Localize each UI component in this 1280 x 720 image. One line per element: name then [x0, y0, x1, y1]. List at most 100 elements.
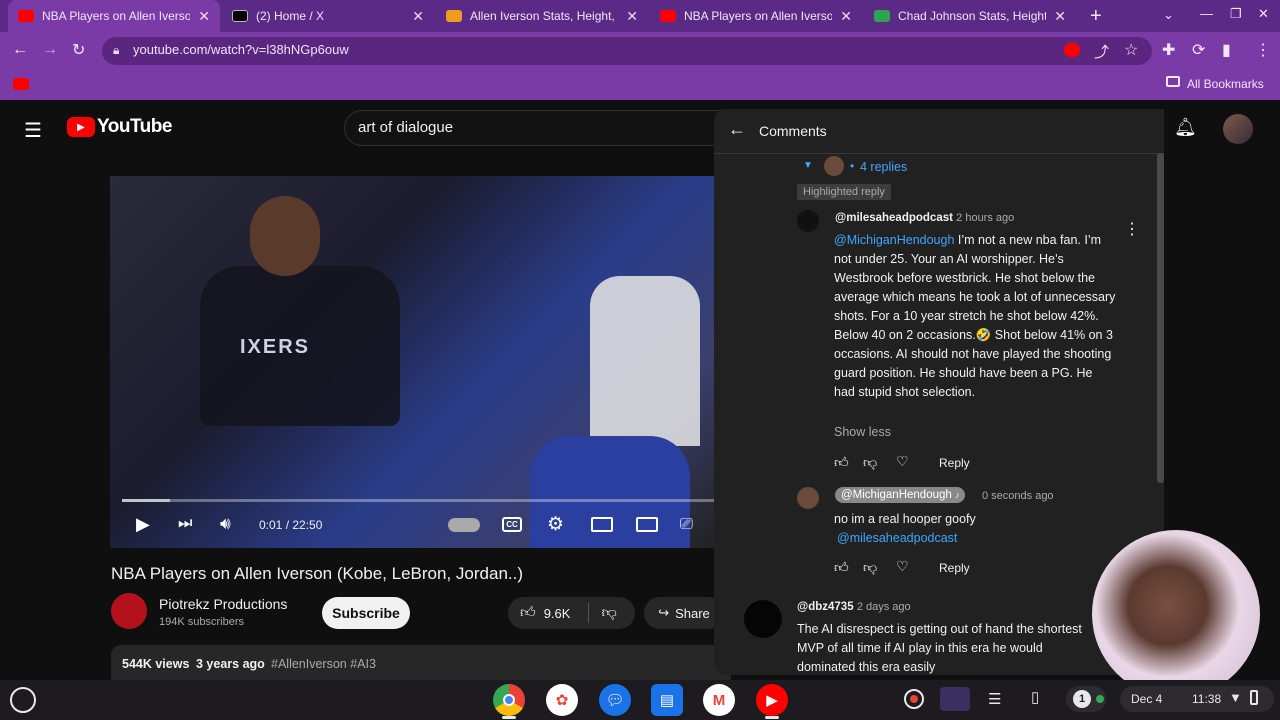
comment-author[interactable]: @milesaheadpodcast [835, 212, 953, 224]
tab-1[interactable]: NBA Players on Allen Iverson ✕ [8, 0, 220, 32]
share-icon[interactable]: ⤴ [1094, 41, 1109, 62]
play-icon[interactable]: ▶ [136, 514, 150, 535]
channel-avatar[interactable] [111, 593, 147, 629]
close-window-icon[interactable]: ✕ [1258, 6, 1269, 22]
youtube-favicon-icon [660, 10, 676, 22]
youtube-app-icon[interactable]: ▶ [756, 684, 788, 716]
comment-meta: @dbz4735 2 days ago [797, 601, 911, 613]
search-input-value[interactable]: art of dialogue [358, 119, 453, 136]
files-icon[interactable]: ▤ [651, 684, 683, 716]
channel-name[interactable]: Piotrekz Productions [159, 596, 287, 612]
volume-icon[interactable]: 🔊︎ [220, 514, 231, 534]
commenter-avatar[interactable] [744, 600, 782, 638]
comment-time[interactable]: 2 days ago [857, 601, 911, 613]
hashtags[interactable]: #AllenIverson #AI3 [271, 657, 376, 671]
tab-4[interactable]: NBA Players on Allen Iverson ✕ [650, 0, 862, 32]
hamburger-menu-icon[interactable]: ☰ [24, 118, 42, 143]
youtube-extension-icon[interactable] [1064, 43, 1080, 57]
extensions-icon[interactable]: ✚ [1162, 40, 1175, 60]
back-icon[interactable]: ← [12, 41, 28, 59]
avatar[interactable] [1223, 114, 1253, 144]
comment-mention[interactable]: @milesaheadpodcast [837, 529, 957, 548]
tab-3[interactable]: Allen Iverson Stats, Height, W ✕ [436, 0, 648, 32]
video-player[interactable]: IXERS ▶ ⏭ 🔊︎ 0:01 / 22:50 CC ⚙ ⎚ [110, 176, 716, 548]
close-tab-icon[interactable]: ✕ [198, 8, 210, 25]
messages-icon[interactable]: 💬︎ [599, 684, 631, 716]
cast-icon[interactable]: ⎚ [680, 516, 693, 534]
photos-icon[interactable]: ✿ [546, 684, 578, 716]
youtube-logo-icon[interactable]: ▶ [67, 117, 95, 137]
reload-icon[interactable]: ↻ [72, 40, 85, 60]
close-tab-icon[interactable]: ✕ [626, 8, 638, 25]
heart-icon[interactable]: ♡ [896, 558, 909, 575]
youtube-logo-text[interactable]: YouTube [97, 116, 172, 138]
comment-author[interactable]: @dbz4735 [797, 601, 854, 613]
close-tab-icon[interactable]: ✕ [412, 8, 424, 25]
holding-space-thumbnail[interactable] [940, 687, 970, 711]
show-less-link[interactable]: Show less [834, 425, 891, 439]
comment-text: I’m not a new nba fan. I’m not under 25.… [834, 233, 1116, 399]
miniplayer-icon[interactable] [591, 517, 613, 532]
youtube-bookmark-icon[interactable] [13, 78, 29, 90]
commenter-avatar[interactable] [797, 487, 819, 509]
tab-search-icon[interactable]: ⌄ [1163, 7, 1174, 23]
thumbs-up-icon[interactable]: 👍︎ [834, 559, 849, 576]
back-arrow-icon[interactable]: ← [728, 119, 746, 140]
active-indicator [765, 716, 779, 719]
collapse-chevron-icon[interactable]: ▼ [803, 160, 813, 171]
minimize-icon[interactable]: — [1200, 6, 1213, 21]
thumbs-up-icon[interactable]: 👍︎ [520, 604, 536, 622]
share-arrow-icon: ↪ [658, 605, 670, 620]
comment-author: @MichiganHendough [841, 489, 952, 501]
scrollbar-thumb[interactable] [1157, 153, 1164, 483]
autoplay-toggle[interactable] [448, 518, 480, 532]
tab-5[interactable]: Chad Johnson Stats, Height, ✕ [864, 0, 1076, 32]
phone-hub-icon[interactable]: ▯ [1031, 688, 1039, 706]
forward-icon[interactable]: → [42, 41, 58, 59]
thumbs-down-icon[interactable]: 👎︎ [601, 604, 616, 622]
comment-author-chip[interactable]: @MichiganHendough ♪ [835, 487, 966, 503]
side-panel-icon[interactable]: ▮ [1222, 40, 1231, 60]
clipboard-icon[interactable]: ☰ [988, 690, 1001, 708]
reply-button[interactable]: Reply [939, 456, 970, 470]
bookmark-star-icon[interactable]: ☆ [1124, 40, 1138, 60]
tab-2[interactable]: (2) Home / X ✕ [222, 0, 434, 32]
new-tab-icon[interactable]: + [1090, 5, 1102, 28]
gmail-icon[interactable]: M [703, 684, 735, 716]
like-count[interactable]: 9.6K [544, 606, 571, 621]
settings-gear-icon[interactable]: ⚙ [547, 513, 564, 536]
thumbs-up-icon[interactable]: 👍︎ [834, 454, 849, 471]
comment-body: @MichiganHendough I’m not a new nba fan.… [834, 231, 1116, 402]
reply-button[interactable]: Reply [939, 561, 970, 575]
url-text[interactable]: youtube.com/watch?v=l38hNGp6ouw [133, 42, 349, 57]
screen-record-icon[interactable] [904, 689, 924, 709]
sync-icon[interactable]: ⟳ [1192, 40, 1205, 60]
close-tab-icon[interactable]: ✕ [840, 8, 852, 25]
comment-mention[interactable]: @MichiganHendough [834, 233, 954, 247]
close-tab-icon[interactable]: ✕ [1054, 8, 1066, 25]
captions-icon[interactable]: CC [502, 517, 522, 532]
notifications-bell-icon[interactable]: 🔔︎ [1174, 117, 1197, 138]
commenter-avatar[interactable] [797, 210, 819, 232]
comment-time[interactable]: 0 seconds ago [982, 490, 1054, 502]
video-figure-2 [590, 276, 700, 446]
progress-bar[interactable] [122, 499, 716, 502]
maximize-icon[interactable]: ❐ [1230, 6, 1242, 22]
thumbs-down-icon[interactable]: 👎︎ [863, 454, 877, 471]
subscribe-button[interactable]: Subscribe [322, 597, 410, 629]
like-dislike-group: 👍︎ 9.6K 👎︎ [508, 597, 635, 629]
comment-time[interactable]: 2 hours ago [956, 212, 1014, 224]
active-indicator [502, 716, 516, 719]
comment-menu-icon[interactable]: ⋮ [1124, 219, 1140, 239]
notification-count: 1 [1073, 690, 1091, 708]
menu-dots-icon[interactable]: ⋮ [1255, 40, 1271, 60]
launcher-icon[interactable] [10, 687, 36, 713]
next-icon[interactable]: ⏭ [178, 515, 192, 533]
theater-mode-icon[interactable] [636, 517, 658, 532]
heart-icon[interactable]: ♡ [896, 453, 909, 470]
share-button[interactable]: ↪ Share [644, 597, 724, 629]
replies-toggle[interactable]: 4 replies [860, 160, 907, 174]
chrome-icon[interactable] [493, 684, 525, 716]
thumbs-down-icon[interactable]: 👎︎ [863, 559, 877, 576]
all-bookmarks-link[interactable]: All Bookmarks [1187, 77, 1264, 91]
